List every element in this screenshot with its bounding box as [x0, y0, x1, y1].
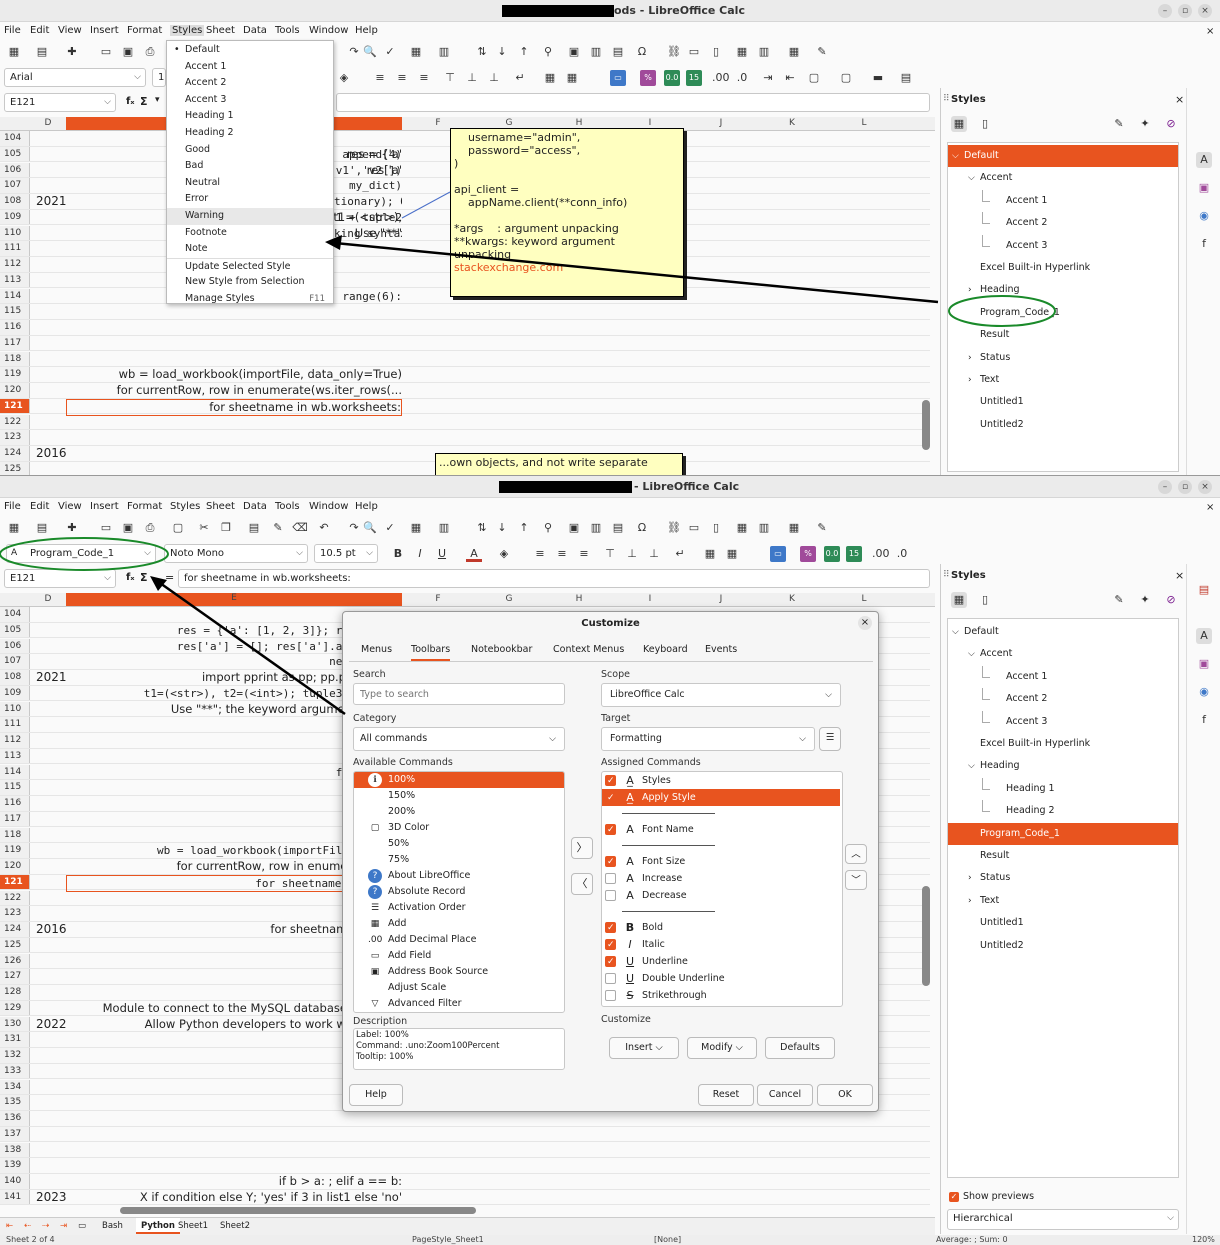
annotation-overlay	[0, 537, 346, 716]
bottom-window: - LibreOffice Calc – ▫ × File Edit View Ins…	[0, 475, 1220, 1245]
top-window: ods - LibreOffice Calc – ▫ × File Edit Vie…	[0, 0, 1220, 475]
annotation-overlay	[325, 235, 1056, 327]
